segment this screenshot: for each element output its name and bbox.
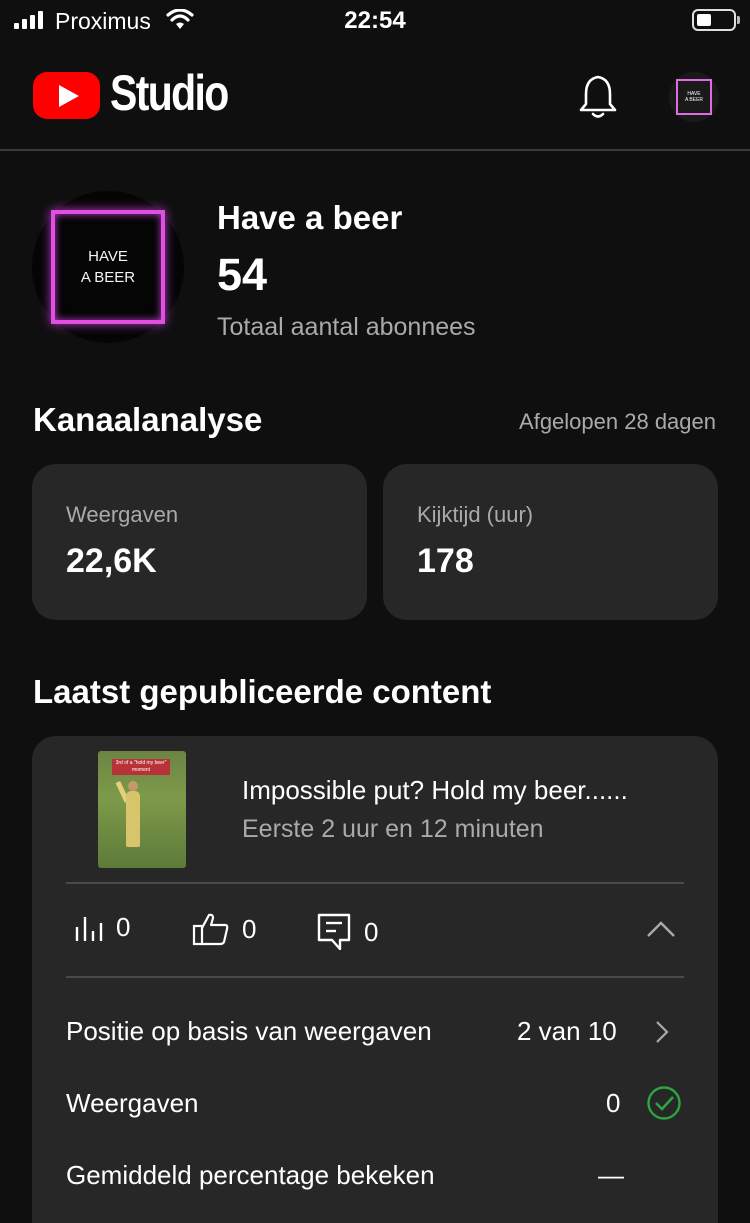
avg-percentage-value: —	[598, 1160, 624, 1190]
thumbnail-figure	[126, 781, 140, 847]
battery-icon	[692, 9, 740, 31]
views-row-value: 0	[606, 1088, 621, 1118]
status-bar: Proximus 22:54	[0, 0, 750, 42]
views-label: Weergaven	[66, 502, 179, 527]
subscriber-label: Totaal aantal abonnees	[217, 313, 476, 341]
subscriber-count: 54	[217, 249, 268, 300]
thumbs-up-icon	[192, 913, 229, 946]
views-row-label: Weergaven	[66, 1088, 199, 1118]
latest-content-card: 3rd of a "hold my beer" moment Impossibl…	[32, 736, 718, 1223]
thumbnail-caption: 3rd of a "hold my beer" moment	[112, 759, 170, 775]
analytics-period: Afgelopen 28 dagen	[519, 409, 716, 434]
video-title[interactable]: Impossible put? Hold my beer......	[242, 775, 628, 806]
channel-name: Have a beer	[217, 199, 403, 236]
rank-label: Positie op basis van weergaven	[66, 1016, 432, 1046]
youtube-logo[interactable]	[33, 72, 100, 119]
notifications-bell-icon[interactable]	[578, 74, 618, 120]
studio-wordmark: Studio	[110, 65, 229, 121]
channel-avatar-line1: HAVE	[88, 248, 128, 265]
watch-time-label: Kijktijd (uur)	[417, 502, 534, 527]
chevron-right-icon[interactable]	[655, 1020, 669, 1044]
views-stat: 0	[74, 912, 130, 943]
comments-count: 0	[364, 916, 379, 947]
likes-count: 0	[242, 913, 257, 944]
account-avatar[interactable]: HAVE A BEER	[669, 72, 719, 122]
clock: 22:54	[344, 7, 406, 34]
chevron-up-icon[interactable]	[646, 920, 676, 938]
channel-avatar-line2: A BEER	[80, 269, 136, 286]
views-card[interactable]: Weergaven 22,6K	[32, 464, 367, 620]
video-thumbnail[interactable]: 3rd of a "hold my beer" moment	[98, 751, 186, 868]
analytics-title: Kanaalanalyse	[33, 401, 263, 438]
video-timeframe: Eerste 2 uur en 12 minuten	[242, 815, 544, 843]
divider	[66, 882, 684, 884]
latest-content-title: Laatst gepubliceerde content	[33, 673, 492, 710]
app-header: Studio HAVE A BEER	[0, 42, 750, 151]
avatar-text-line2: A BEER	[684, 97, 704, 103]
watch-time-card[interactable]: Kijktijd (uur) 178	[383, 464, 718, 620]
views-value: 22,6K	[66, 542, 157, 580]
views-count: 0	[116, 912, 131, 942]
avg-percentage-label: Gemiddeld percentage bekeken	[66, 1160, 435, 1190]
likes-stat: 0	[192, 912, 256, 946]
comments-stat: 0	[316, 912, 378, 952]
rank-value[interactable]: 2 van 10	[517, 1016, 617, 1047]
bar-chart-icon	[75, 916, 103, 941]
divider	[66, 976, 684, 978]
comment-icon	[317, 913, 351, 951]
watch-time-value: 178	[417, 542, 474, 580]
channel-avatar[interactable]: HAVE A BEER	[32, 191, 184, 343]
check-circle-icon	[647, 1086, 681, 1120]
